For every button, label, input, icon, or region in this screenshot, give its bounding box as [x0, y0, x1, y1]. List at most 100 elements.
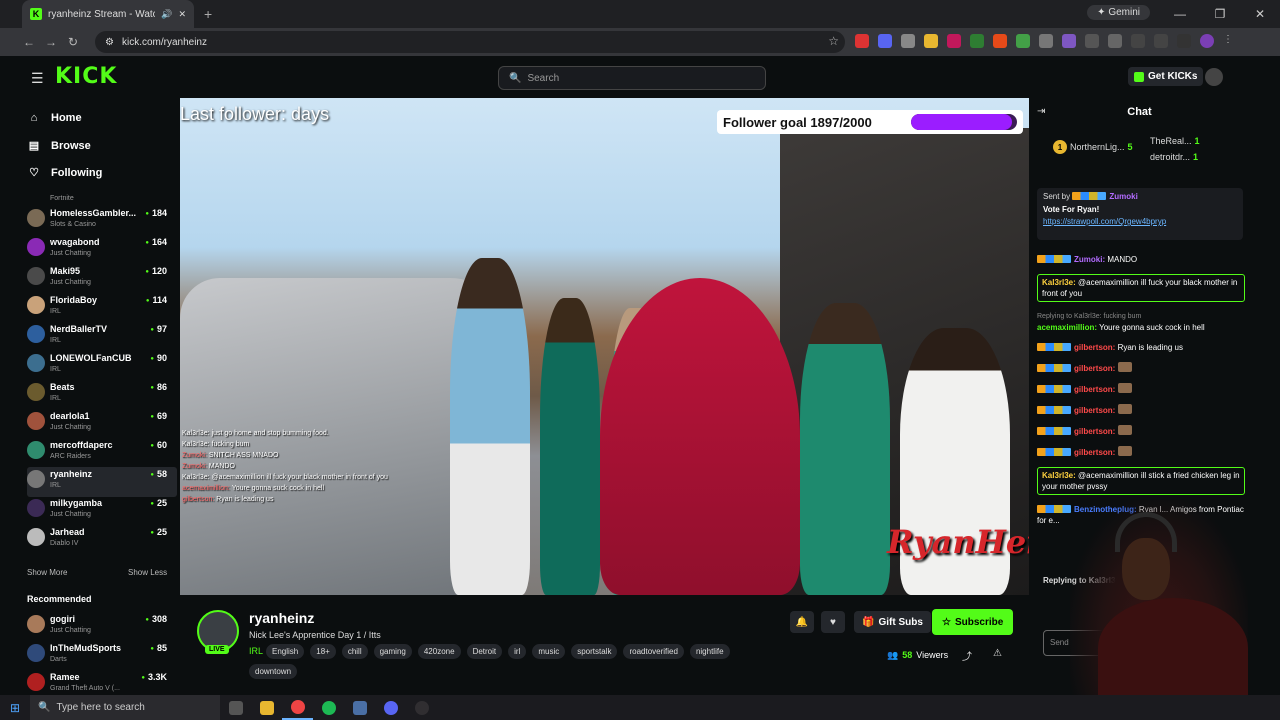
chrome-icon[interactable] — [282, 695, 313, 720]
gifter-entry[interactable]: detroitdr... 1 — [1147, 152, 1198, 162]
tag[interactable]: nightlife — [689, 644, 730, 659]
browser-menu-icon[interactable]: ⋮ — [1223, 34, 1237, 48]
report-icon[interactable]: ⚠ — [993, 648, 1002, 659]
follow-heart-icon[interactable]: ♥ — [821, 611, 845, 633]
sidebar-channel-dearlola1[interactable]: dearlola1 Just Chatting 69 — [27, 409, 177, 439]
extension-icon[interactable] — [924, 34, 938, 48]
windows-start-icon[interactable]: ⊞ — [0, 701, 30, 715]
extension-icon[interactable] — [1062, 34, 1076, 48]
tab-close-icon[interactable]: ✕ — [178, 9, 186, 20]
show-more-button[interactable]: Show More — [27, 568, 67, 577]
tag[interactable]: roadtoverified — [623, 644, 684, 659]
spotify-icon[interactable] — [313, 695, 344, 720]
sidebar-channel-floridaboy[interactable]: FloridaBoy IRL 114 — [27, 293, 177, 323]
pinned-message[interactable]: Sent by Zumoki Vote For Ryan! https://st… — [1037, 188, 1243, 240]
extension-icon[interactable] — [855, 34, 869, 48]
extension-icon[interactable] — [1085, 34, 1099, 48]
media-icon[interactable] — [1177, 34, 1191, 48]
extension-icon[interactable] — [1016, 34, 1030, 48]
tab-audio-icon[interactable]: 🔊 — [161, 9, 172, 20]
chat-username[interactable]: gilbertson: — [1074, 427, 1115, 436]
bookmark-star-icon[interactable]: ☆ — [828, 34, 839, 48]
tag[interactable]: irl — [508, 644, 527, 659]
sidebar-channel-inthemudsports[interactable]: InTheMudSports Darts 85 — [27, 641, 177, 671]
sidebar-channel-lonewolfancub[interactable]: LONEWOLFanCUB IRL 90 — [27, 351, 177, 381]
tag[interactable]: sportstalk — [571, 644, 618, 659]
gift-subs-button[interactable]: 🎁 Gift Subs — [854, 611, 931, 633]
gifter-entry[interactable]: TheReal... 1 — [1147, 136, 1200, 146]
chat-username[interactable]: Kal3rl3e: — [1042, 471, 1076, 480]
chat-username[interactable]: gilbertson: — [1074, 448, 1115, 457]
sidebar-channel-mercoffdaperc[interactable]: mercoffdaperc ARC Raiders 60 — [27, 438, 177, 468]
chat-username[interactable]: gilbertson: — [1074, 385, 1115, 394]
sidebar-channel-nerdballertv[interactable]: NerdBallerTV IRL 97 — [27, 322, 177, 352]
chat-message[interactable]: gilbertson: — [1037, 404, 1245, 416]
sidebar-icon[interactable] — [1131, 34, 1145, 48]
site-info-icon[interactable]: ⚙ — [105, 37, 114, 48]
chat-message[interactable]: gilbertson: Ryan is leading us — [1037, 342, 1245, 353]
get-kicks-button[interactable]: Get KICKs — [1128, 67, 1204, 86]
minimize-button[interactable]: — — [1160, 0, 1200, 28]
app-icon[interactable] — [344, 695, 375, 720]
share-icon[interactable]: ⤴ — [962, 648, 972, 663]
sidebar-channel-jarhead[interactable]: Jarhead Diablo IV 25 — [27, 525, 177, 555]
file-explorer-icon[interactable] — [251, 695, 282, 720]
forward-icon[interactable]: → — [40, 35, 62, 49]
browser-tab[interactable]: K ryanheinz Stream - Watch L 🔊 ✕ — [22, 0, 194, 28]
search-input[interactable]: 🔍 Search — [498, 66, 766, 90]
new-tab-button[interactable]: + — [204, 6, 212, 22]
extensions-puzzle-icon[interactable] — [1108, 34, 1122, 48]
nav-home[interactable]: ⌂ Home — [27, 112, 82, 124]
task-view-icon[interactable] — [220, 695, 251, 720]
reload-icon[interactable]: ↻ — [62, 35, 84, 49]
pinned-link[interactable]: https://strawpoll.com/Qrgew4bpryp — [1043, 217, 1237, 226]
sidebar-channel-homelessgambler[interactable]: HomelessGambler... Slots & Casino 184 — [27, 206, 177, 236]
stream-category[interactable]: IRL — [249, 646, 263, 656]
chat-message[interactable]: gilbertson: — [1037, 383, 1245, 395]
menu-icon[interactable]: ☰ — [31, 70, 44, 87]
tag[interactable]: gaming — [373, 644, 412, 659]
chat-message[interactable]: Replying to Kal3rl3e: fucking bum acemaxi… — [1037, 311, 1245, 333]
video-player[interactable]: Last follower: days Follower goal 1897/2… — [180, 98, 1029, 595]
tag[interactable]: chill — [341, 644, 368, 659]
extension-icon[interactable] — [993, 34, 1007, 48]
sidebar-channel-ryanheinz[interactable]: ryanheinz IRL 58 — [27, 467, 177, 497]
sidebar-channel-maki95[interactable]: Maki95 Just Chatting 120 — [27, 264, 177, 294]
obs-icon[interactable] — [406, 695, 437, 720]
extension-icon[interactable] — [901, 34, 915, 48]
close-window-button[interactable]: ✕ — [1240, 0, 1280, 28]
download-icon[interactable] — [1154, 34, 1168, 48]
chat-username[interactable]: acemaximillion: — [1037, 323, 1097, 332]
streamer-name[interactable]: ryanheinz — [249, 610, 314, 626]
kick-logo[interactable]: KICK — [55, 64, 117, 89]
tag[interactable]: music — [532, 644, 566, 659]
user-avatar[interactable] — [1205, 68, 1223, 86]
extension-icon[interactable] — [947, 34, 961, 48]
discord-icon[interactable] — [375, 695, 406, 720]
extension-icon[interactable] — [878, 34, 892, 48]
taskbar-search[interactable]: 🔍 Type here to search — [30, 695, 220, 720]
extension-icon[interactable] — [1039, 34, 1053, 48]
tag[interactable]: downtown — [249, 664, 298, 679]
gemini-button[interactable]: ✦ Gemini — [1087, 5, 1150, 20]
chat-message[interactable]: gilbertson: — [1037, 362, 1245, 374]
sidebar-channel-gogiri[interactable]: gogiri Just Chatting 308 — [27, 612, 177, 642]
maximize-button[interactable]: ❐ — [1200, 0, 1240, 28]
tag[interactable]: Detroit — [466, 644, 503, 659]
tag[interactable]: 420zone — [417, 644, 461, 659]
back-icon[interactable]: ← — [18, 35, 40, 49]
url-field[interactable]: ⚙ kick.com/ryanheinz ☆ — [95, 31, 845, 53]
nav-browse[interactable]: ▤ Browse — [27, 139, 91, 153]
chat-username[interactable]: Zumoki: — [1074, 255, 1105, 264]
subscribe-button[interactable]: ☆ Subscribe — [932, 609, 1014, 635]
chat-username[interactable]: gilbertson: — [1074, 343, 1115, 352]
chat-message[interactable]: gilbertson: — [1037, 446, 1245, 458]
chat-message[interactable]: Kal3rl3e: @acemaximillion ill stick a fr… — [1037, 467, 1245, 495]
chat-message[interactable]: Kal3rl3e: @acemaximillion ill fuck your … — [1037, 274, 1245, 302]
notification-bell-icon[interactable]: 🔔 — [790, 611, 814, 633]
tag[interactable]: 18+ — [310, 644, 336, 659]
chat-username[interactable]: Kal3rl3e: — [1042, 278, 1076, 287]
sidebar-channel-beats[interactable]: Beats IRL 86 — [27, 380, 177, 410]
chat-message[interactable]: gilbertson: — [1037, 425, 1245, 437]
gifter-entry[interactable]: 1 NorthernLig... 5 — [1053, 140, 1133, 154]
